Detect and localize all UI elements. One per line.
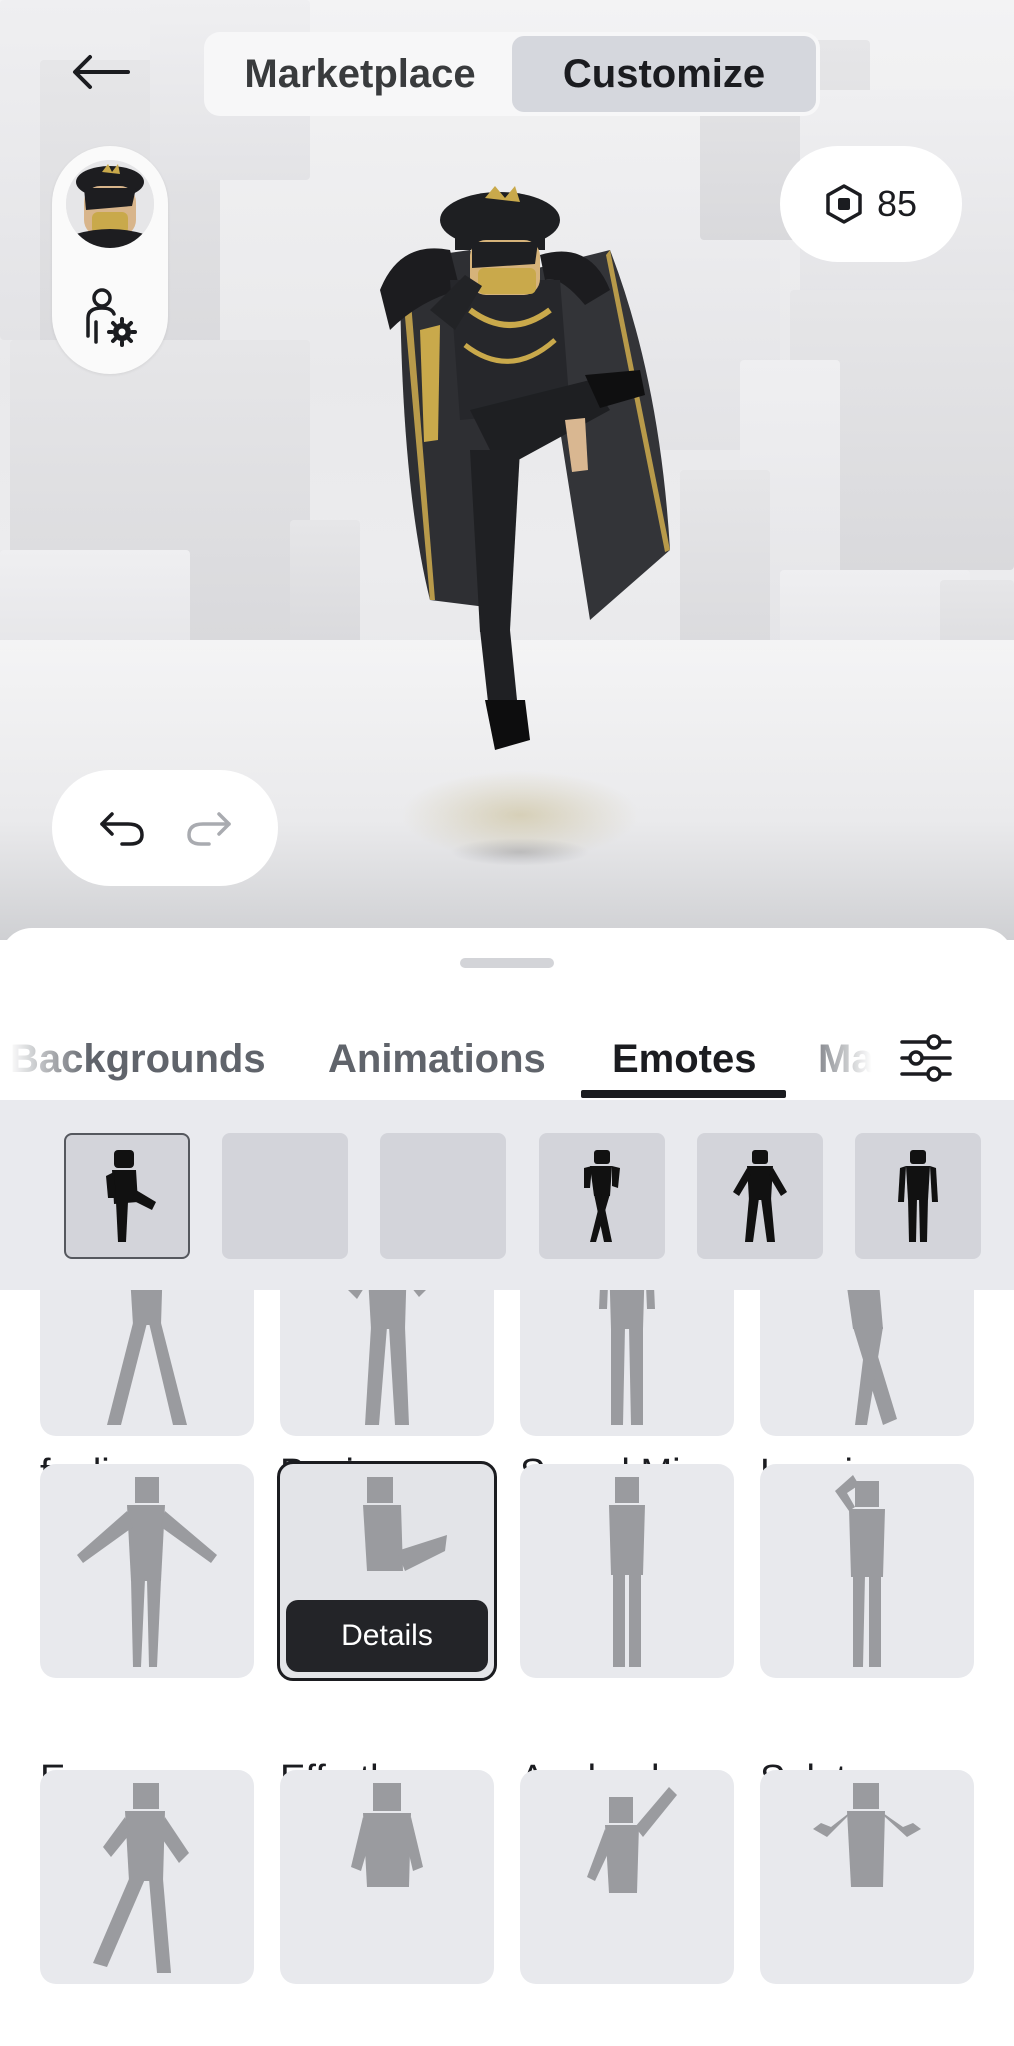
tab-animations[interactable]: Animations (328, 1018, 546, 1100)
tab-marketplace[interactable]: Marketplace (208, 36, 512, 112)
emote-slot-4[interactable] (539, 1133, 665, 1259)
emote-card[interactable] (520, 1770, 734, 1984)
emote-card[interactable] (760, 1464, 974, 1678)
active-tab-indicator (581, 1090, 786, 1098)
emote-thumbnail (609, 1477, 645, 1667)
sheet-drag-handle[interactable] (460, 958, 554, 968)
emote-slot-1[interactable] (64, 1133, 190, 1259)
avatar-panel (52, 146, 168, 374)
emote-thumbnail (107, 1290, 187, 1425)
filter-icon (900, 1034, 952, 1082)
avatar-thumbnail[interactable] (66, 160, 154, 248)
details-button[interactable]: Details (286, 1600, 488, 1672)
tab-fade-left (0, 1018, 90, 1100)
robux-balance[interactable]: 85 (780, 146, 962, 262)
emote-thumbnail (813, 1783, 921, 1887)
back-button[interactable] (64, 42, 136, 102)
tab-emotes[interactable]: Emotes (612, 1018, 757, 1100)
avatar-scene[interactable]: Marketplace Customize 85 (0, 0, 1014, 940)
emote-thumbnail (77, 1477, 217, 1667)
emote-thumbnail (93, 1783, 189, 1973)
emote-thumbnail (835, 1475, 885, 1667)
emote-card[interactable] (520, 1290, 734, 1436)
emote-card[interactable] (760, 1770, 974, 1984)
emote-card-selected[interactable]: Details (277, 1461, 497, 1681)
emote-grid: feelin my... Boxing Speed Mi... Leaning … (0, 1290, 1014, 2046)
robux-amount: 85 (876, 183, 918, 224)
emote-slot-2[interactable] (222, 1133, 348, 1259)
undo-redo-controls (52, 770, 278, 886)
equipped-emotes-bar (0, 1100, 1014, 1290)
emote-card[interactable] (40, 1770, 254, 1984)
emote-slot-6[interactable] (855, 1133, 981, 1259)
emote-thumbnail (847, 1290, 897, 1425)
back-arrow-icon (73, 55, 130, 89)
filter-button[interactable] (896, 1028, 956, 1088)
avatar-model[interactable] (360, 180, 690, 770)
emote-card[interactable] (760, 1290, 974, 1436)
redo-icon[interactable] (185, 808, 233, 848)
emote-card[interactable] (40, 1464, 254, 1678)
avatar-settings-icon (86, 288, 137, 347)
tab-customize[interactable]: Customize (512, 36, 816, 112)
emote-pose-icon (898, 1150, 938, 1242)
emote-thumbnail (599, 1290, 655, 1425)
customize-sheet: Backgrounds Animations Emotes Ma (0, 928, 1014, 2046)
emote-card[interactable] (280, 1770, 494, 1984)
emote-slot-3[interactable] (380, 1133, 506, 1259)
avatar-headshot-icon (66, 160, 154, 248)
avatar-settings-button[interactable] (80, 286, 140, 350)
robux-icon (826, 184, 862, 224)
tab-fade-right (800, 1018, 880, 1100)
emote-thumbnail (348, 1290, 426, 1425)
emote-card[interactable] (280, 1290, 494, 1436)
mode-switcher: Marketplace Customize (204, 32, 820, 116)
emote-slot-5[interactable] (697, 1133, 823, 1259)
emote-thumbnail (351, 1783, 423, 1887)
emote-card[interactable] (520, 1464, 734, 1678)
emote-pose-icon (733, 1150, 787, 1242)
undo-icon[interactable] (98, 808, 146, 848)
emote-thumbnail (587, 1787, 677, 1893)
emote-card[interactable] (40, 1290, 254, 1436)
emote-pose-icon (584, 1150, 620, 1242)
emote-pose-icon (106, 1150, 156, 1242)
